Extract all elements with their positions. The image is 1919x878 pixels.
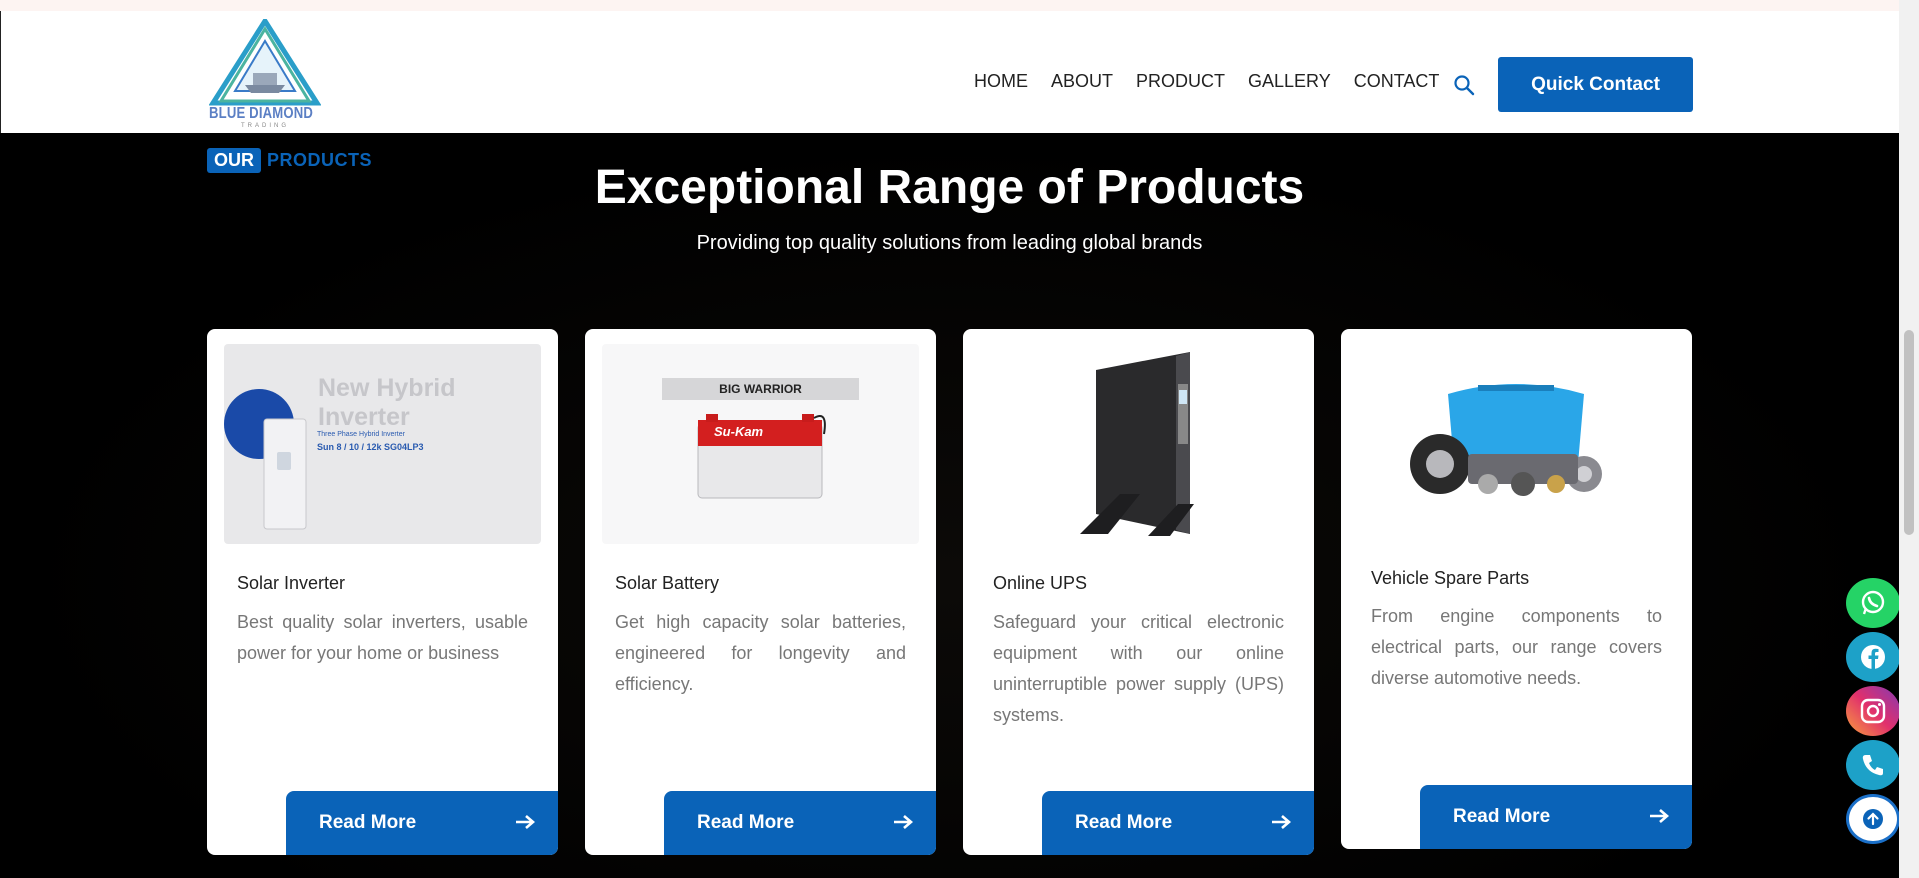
scrollbar-thumb[interactable] [1904, 330, 1914, 535]
nav-about[interactable]: ABOUT [1051, 71, 1113, 92]
read-more-button[interactable]: Read More [1420, 785, 1692, 849]
read-more-label: Read More [697, 812, 795, 833]
read-more-label: Read More [1453, 806, 1551, 827]
site-header: BLUE DIAMOND TRADING HOME ABOUT PRODUCT … [0, 11, 1899, 133]
diamond-logo-icon [208, 16, 322, 106]
product-card-online-ups: Online UPS Safeguard your critical elect… [963, 329, 1314, 855]
card-description: From engine components to electrical par… [1371, 606, 1662, 688]
scroll-top-button[interactable] [1846, 794, 1900, 844]
solar-battery-image: BIG WARRIOR Su-Kam [602, 344, 919, 544]
whatsapp-button[interactable] [1846, 578, 1900, 628]
main-nav: HOME ABOUT PRODUCT GALLERY CONTACT [974, 71, 1462, 92]
instagram-button[interactable] [1846, 686, 1900, 736]
phone-button[interactable] [1846, 740, 1900, 790]
phone-icon [1862, 755, 1883, 776]
arrow-right-icon [1272, 815, 1291, 829]
top-strip [0, 0, 1899, 11]
instagram-icon [1860, 698, 1886, 724]
read-more-button[interactable]: Read More [1042, 791, 1314, 855]
product-card-solar-inverter: New Hybrid Inverter Three Phase Hybrid I… [207, 329, 558, 855]
nav-contact[interactable]: CONTACT [1354, 71, 1440, 92]
product-card-solar-battery: BIG WARRIOR Su-Kam Solar Battery Get hig… [585, 329, 936, 855]
scroll-top-icon [1863, 809, 1883, 829]
battery-image-brand: Su-Kam [714, 424, 764, 439]
nav-gallery[interactable]: GALLERY [1248, 71, 1331, 92]
read-more-label: Read More [1075, 812, 1173, 833]
facebook-icon [1861, 645, 1885, 669]
logo-text: BLUE DIAMOND [209, 105, 314, 122]
inverter-image-subtitle: Three Phase Hybrid Inverter [317, 431, 405, 438]
section-heading: Exceptional Range of Products [594, 161, 1305, 214]
logo-subtext: TRADING [241, 123, 289, 129]
online-ups-image [980, 344, 1297, 544]
search-icon[interactable] [1453, 74, 1475, 96]
page-scrollbar[interactable] [1899, 0, 1919, 878]
arrow-right-icon [516, 815, 535, 829]
card-title: Vehicle Spare Parts [1371, 568, 1530, 588]
card-description: Get high capacity solar batteries, engin… [615, 612, 906, 694]
section-subheading: Providing top quality solutions from lea… [696, 232, 1203, 254]
solar-inverter-image: New Hybrid Inverter Three Phase Hybrid I… [224, 344, 541, 544]
read-more-label: Read More [319, 812, 417, 833]
inverter-image-headline: New Hybrid Inverter [318, 374, 456, 431]
arrow-right-icon [894, 815, 913, 829]
read-more-button[interactable]: Read More [286, 791, 558, 855]
card-description: Safeguard your critical electronic equip… [993, 612, 1284, 725]
arrow-right-icon [1650, 809, 1669, 823]
facebook-button[interactable] [1846, 632, 1900, 682]
card-title: Solar Inverter [237, 573, 346, 593]
product-card-vehicle-spare-parts: Vehicle Spare Parts From engine componen… [1341, 329, 1692, 849]
vehicle-parts-image [1358, 344, 1675, 544]
card-description: Best quality solar inverters, usable pow… [237, 612, 528, 663]
nav-product[interactable]: PRODUCT [1136, 71, 1225, 92]
whatsapp-icon [1861, 590, 1885, 615]
card-title: Solar Battery [615, 573, 720, 593]
site-logo[interactable]: BLUE DIAMOND TRADING [208, 16, 322, 129]
quick-contact-button[interactable]: Quick Contact [1498, 57, 1693, 112]
read-more-button[interactable]: Read More [664, 791, 936, 855]
card-title: Online UPS [993, 573, 1088, 593]
inverter-image-model: Sun 8 / 10 / 12k SG04LP3 [317, 442, 424, 452]
nav-home[interactable]: HOME [974, 71, 1028, 92]
